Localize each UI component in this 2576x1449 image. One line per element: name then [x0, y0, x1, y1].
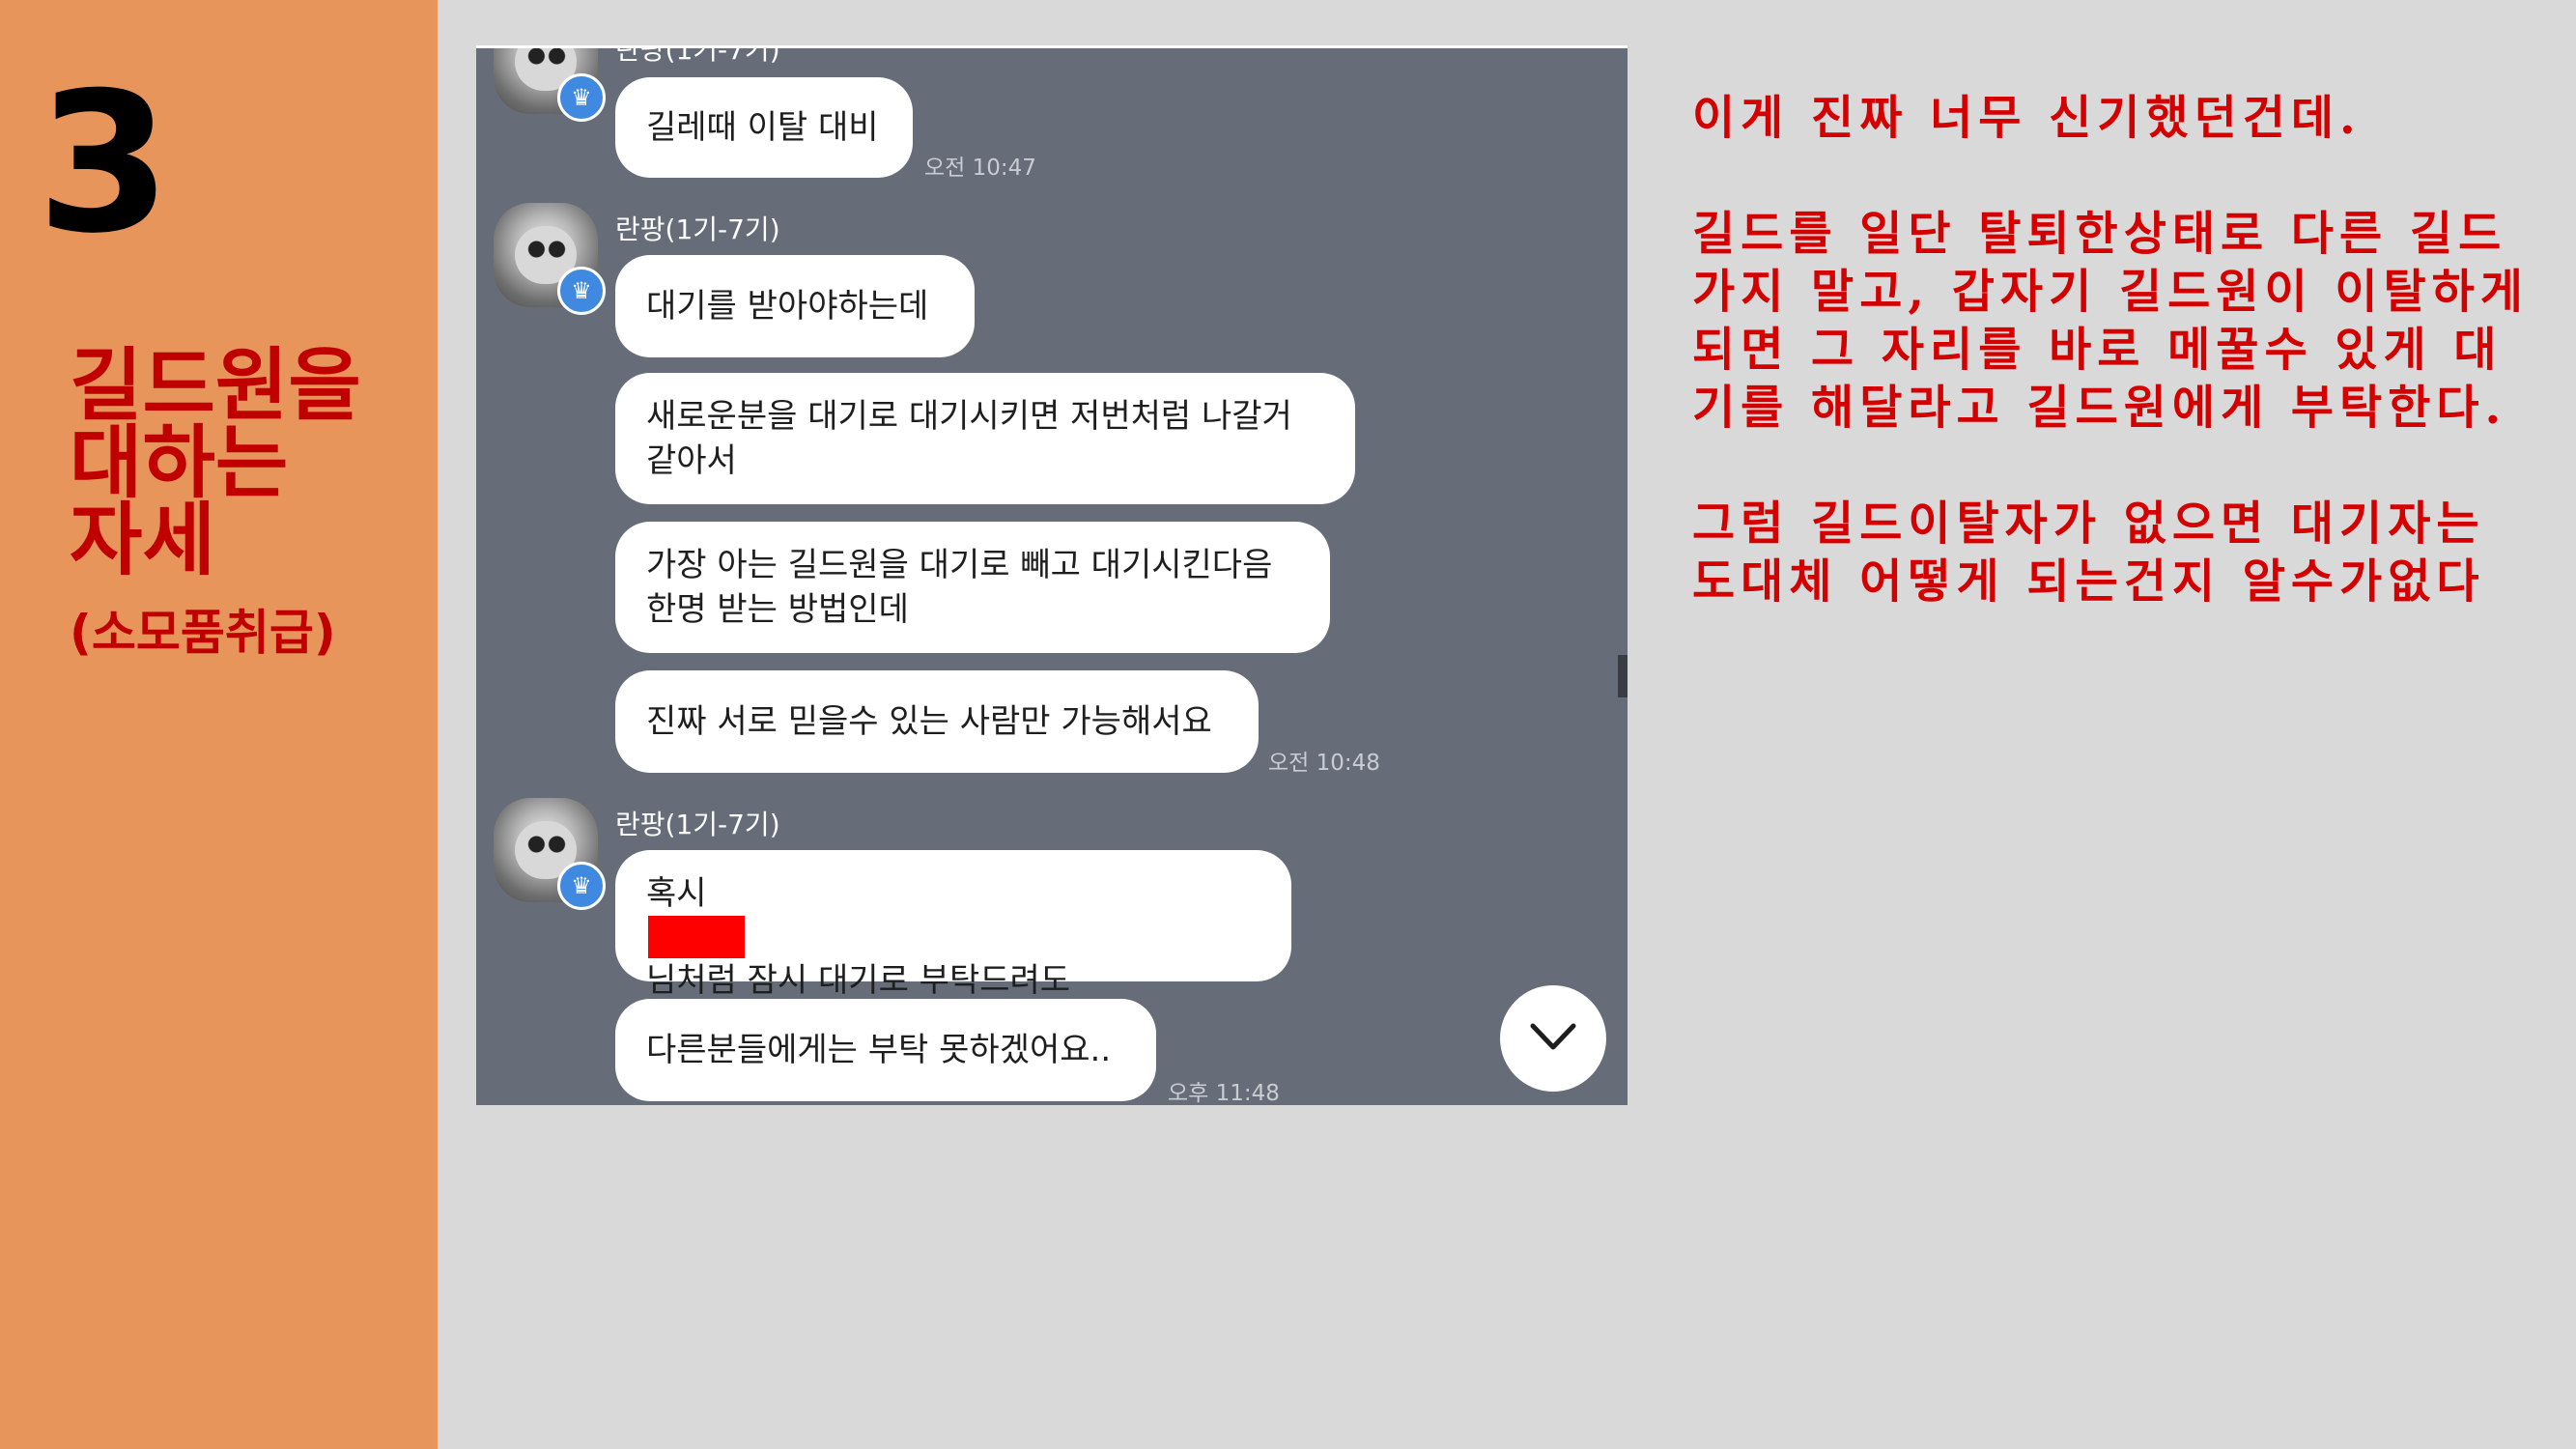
slide-subtitle: (소모품취급) — [70, 605, 336, 661]
message-time: 오전 10:48 — [1268, 751, 1380, 776]
chat-screenshot: ♛ 란팡(1기-7기) 길레때 이탈 대비 오전 10:47 ♛ 란팡(1기-7… — [476, 45, 1628, 1105]
slide-title: 길드원을 대하는 자세 — [70, 340, 427, 586]
message-time: 오후 11:48 — [1168, 1081, 1280, 1105]
commentary-paragraph-2: 길드를 일단 탈퇴한상태로 다른 길드가지 말고, 갑자기 길드원이 이탈하게 … — [1692, 207, 2529, 435]
message-bubble[interactable]: 대기를 받아야하는데 — [615, 255, 975, 357]
message-bubble[interactable]: 가장 아는 길드원을 대기로 빼고 대기시킨다음 한명 받는 방법인데 — [615, 522, 1330, 653]
message-text-line-1: 새로운분을 대기로 대기시키면 저번처럼 나갈거 — [646, 397, 1292, 436]
message-text-line-2: 한명 받는 방법인데 — [646, 590, 909, 629]
avatar[interactable]: ♛ — [494, 203, 606, 315]
commentary-text: 이게 진짜 너무 신기했던건데. 길드를 일단 탈퇴한상태로 다른 길드가지 말… — [1692, 89, 2542, 668]
message-text-line-2: 같아서 — [646, 441, 737, 480]
message-text-prefix: 혹시 — [646, 874, 707, 913]
avatar[interactable]: ♛ — [494, 48, 606, 122]
slide-title-line-1: 길드원을 — [70, 340, 361, 432]
scroll-to-bottom-button[interactable] — [1500, 985, 1606, 1092]
commentary-paragraph-3: 그럼 길드이탈자가 없으면 대기자는 도대체 어떻게 되는건지 알수가없다 — [1692, 497, 2485, 609]
message-text: 길레때 이탈 대비 — [646, 108, 879, 147]
avatar[interactable]: ♛ — [494, 798, 606, 910]
crown-badge-icon: ♛ — [557, 73, 606, 122]
message-text: 대기를 받아야하는데 — [646, 287, 929, 326]
commentary-paragraph-1: 이게 진짜 너무 신기했던건데. — [1692, 91, 2362, 145]
message-bubble[interactable]: 다른분들에게는 부탁 못하겠어요.. — [615, 999, 1156, 1101]
message-time: 오전 10:47 — [924, 156, 1036, 181]
redacted-name — [648, 916, 745, 958]
crown-badge-icon: ♛ — [557, 862, 606, 910]
message-text: 진짜 서로 믿을수 있는 사람만 가능해서요 — [646, 702, 1212, 741]
crown-badge-icon: ♛ — [557, 267, 606, 315]
message-text-line-1: 가장 아는 길드원을 대기로 빼고 대기시킨다음 — [646, 546, 1273, 584]
sender-name: 란팡(1기-7기) — [615, 45, 780, 66]
message-bubble[interactable]: 새로운분을 대기로 대기시키면 저번처럼 나갈거 같아서 — [615, 373, 1355, 504]
sender-name: 란팡(1기-7기) — [615, 809, 780, 840]
slide-title-line-2: 대하는 — [70, 417, 289, 509]
chevron-down-icon — [1530, 1023, 1576, 1050]
message-text-line-1: 혹시 님처럼 잠시 대기로 부탁드려도 — [646, 871, 1260, 1003]
scrollbar-thumb[interactable] — [1618, 655, 1628, 697]
sender-name: 란팡(1기-7기) — [615, 213, 780, 245]
message-bubble[interactable]: 혹시 님처럼 잠시 대기로 부탁드려도 괜찮을까요? 죄송해요.. — [615, 850, 1291, 1044]
message-text: 다른분들에게는 부탁 못하겠어요.. — [646, 1031, 1112, 1069]
slide-number: 3 — [37, 51, 171, 276]
message-bubble[interactable]: 길레때 이탈 대비 — [615, 77, 913, 178]
message-bubble[interactable]: 진짜 서로 믿을수 있는 사람만 가능해서요 — [615, 670, 1259, 773]
slide-title-line-3: 자세 — [70, 495, 215, 586]
message-text-suffix: 님처럼 잠시 대기로 부탁드려도 — [646, 961, 1071, 1000]
left-sidebar: 3 길드원을 대하는 자세 (소모품취급) — [0, 0, 438, 1449]
